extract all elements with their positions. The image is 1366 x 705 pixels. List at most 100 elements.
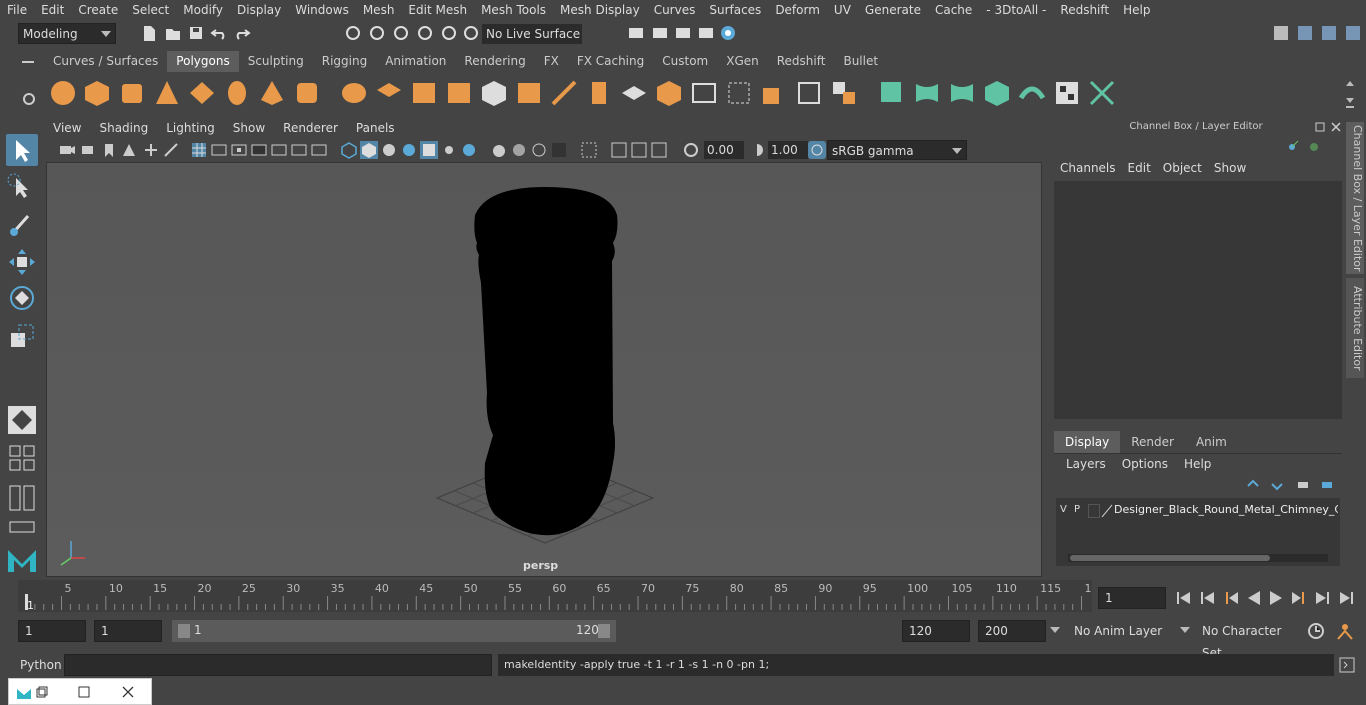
close-window-icon[interactable] [119, 683, 137, 701]
undo-icon[interactable] [210, 24, 228, 42]
safe-action-icon[interactable] [290, 141, 308, 159]
range-start-handle[interactable] [178, 624, 190, 638]
shelf-tab-polygons[interactable]: Polygons [167, 51, 239, 72]
axis-display-icon[interactable] [1284, 139, 1300, 155]
shelf-tab-custom[interactable]: Custom [653, 51, 717, 72]
select-object-icon[interactable] [368, 24, 386, 42]
poly-cylinder-icon[interactable] [117, 78, 147, 108]
wireframe-icon[interactable] [340, 141, 358, 159]
shelf-tab-curves-surfaces[interactable]: Curves / Surfaces [44, 51, 167, 72]
duplicate-icon[interactable] [829, 78, 859, 108]
select-tool[interactable] [6, 134, 38, 166]
snap-grid-icon[interactable] [416, 24, 434, 42]
hypershade-icon[interactable] [719, 24, 737, 42]
xray-active-icon[interactable] [630, 141, 648, 159]
step-back-key-icon[interactable] [1201, 592, 1214, 604]
layer-playback-toggle[interactable]: P [1074, 504, 1080, 515]
animation-preferences-icon[interactable] [1334, 621, 1356, 641]
new-layer-selected-icon[interactable] [1320, 478, 1334, 492]
viewport-menu-show[interactable]: Show [224, 121, 274, 135]
select-hierarchy-icon[interactable] [344, 24, 362, 42]
menu-mesh[interactable]: Mesh [356, 3, 402, 17]
go-to-start-icon[interactable] [1177, 592, 1190, 604]
render-frame-icon[interactable] [651, 24, 669, 42]
shelf-settings-gear-icon[interactable] [20, 90, 38, 108]
shelf-menu-icon[interactable] [18, 55, 38, 69]
move-layer-down-icon[interactable] [1270, 478, 1284, 492]
smooth-shade-icon[interactable] [360, 141, 378, 159]
tab-display[interactable]: Display [1054, 431, 1121, 453]
layer-color-icon[interactable] [1100, 504, 1114, 518]
script-language-toggle[interactable]: Python [8, 654, 62, 676]
attribute-editor-side-tab[interactable]: Attribute Editor [1346, 278, 1364, 378]
redo-icon[interactable] [233, 24, 251, 42]
time-slider[interactable]: 5 10 15 20 25 30 35 40 45 50 55 60 65 70 75 80 85 90 95 100… [18, 580, 1099, 612]
menu-modify[interactable]: Modify [176, 3, 230, 17]
channel-box-menu-object[interactable]: Object [1157, 161, 1208, 177]
render-view-icon[interactable] [627, 24, 645, 42]
grid-toggle-icon[interactable] [190, 141, 208, 159]
go-to-end-icon[interactable] [1340, 592, 1353, 604]
play-backward-icon[interactable] [1248, 591, 1260, 605]
menu-display[interactable]: Display [230, 3, 288, 17]
layout-four-icon[interactable] [6, 482, 38, 514]
layer-menu-options[interactable]: Options [1114, 457, 1176, 473]
workspace-icon[interactable] [1272, 24, 1290, 42]
menu-generate[interactable]: Generate [858, 3, 928, 17]
attribute-editor-toggle-icon[interactable] [1344, 24, 1362, 42]
exposure-field[interactable]: 0.00 [704, 141, 744, 159]
open-scene-icon[interactable] [164, 24, 182, 42]
two-d-pan-icon[interactable] [142, 141, 160, 159]
chimney-model[interactable] [474, 187, 618, 536]
animation-start-field[interactable]: 1 [18, 620, 86, 642]
maya-window-icon[interactable] [15, 683, 33, 701]
ipr-render-icon[interactable] [674, 24, 692, 42]
bevel-icon[interactable] [654, 78, 684, 108]
render-settings-icon[interactable] [697, 24, 715, 42]
film-gate-icon[interactable] [210, 141, 228, 159]
default-material-icon[interactable] [380, 141, 398, 159]
layer-scrollbar[interactable] [1068, 554, 1328, 562]
rotate-tool-icon[interactable] [6, 282, 38, 314]
ambient-occlusion-icon[interactable] [490, 141, 508, 159]
paint-select-icon[interactable] [6, 208, 38, 240]
resolution-gate-icon[interactable] [230, 141, 248, 159]
range-slider[interactable]: 1 120 [172, 620, 616, 642]
poly-cube-icon[interactable] [82, 78, 112, 108]
scrollbar-thumb[interactable] [1070, 555, 1270, 561]
combine-icon[interactable] [339, 78, 369, 108]
channel-box-menu-channels[interactable]: Channels [1054, 161, 1122, 177]
gamma-icon[interactable] [748, 141, 766, 159]
current-frame-field[interactable]: 1 [1098, 587, 1166, 609]
anim-layer-dropdown[interactable]: No Anim Layer [1066, 620, 1186, 642]
outliner-toggle-icon[interactable] [1296, 24, 1314, 42]
smooth-icon[interactable] [444, 78, 474, 108]
shelf-tab-sculpting[interactable]: Sculpting [239, 51, 313, 72]
isolate-select-icon[interactable] [580, 141, 598, 159]
shelf-scroll-icon[interactable] [1344, 78, 1356, 112]
uv-spherical-icon[interactable] [947, 78, 977, 108]
select-component-icon[interactable] [392, 24, 410, 42]
3d-viewport[interactable]: persp [46, 162, 1042, 577]
channel-box-settings-icon[interactable] [1306, 139, 1322, 155]
play-forward-icon[interactable] [1270, 591, 1282, 605]
step-forward-key-icon[interactable] [1316, 592, 1329, 604]
menu-windows[interactable]: Windows [288, 3, 356, 17]
mode-dropdown[interactable]: Modeling [18, 23, 116, 44]
viewport-menu-lighting[interactable]: Lighting [157, 121, 224, 135]
lasso-tool-icon[interactable] [6, 172, 38, 204]
bookmark-icon[interactable] [100, 141, 118, 159]
script-editor-icon[interactable] [1338, 656, 1356, 674]
move-layer-up-icon[interactable] [1246, 478, 1260, 492]
playback-start-field[interactable]: 1 [94, 620, 162, 642]
bool-diff-icon[interactable] [514, 78, 544, 108]
gate-mask-icon[interactable] [250, 141, 268, 159]
camera-select-icon[interactable] [58, 141, 76, 159]
layer-display-type[interactable] [1088, 504, 1100, 518]
character-set-dropdown[interactable]: No Character Set [1196, 620, 1298, 660]
anti-alias-icon[interactable] [530, 141, 548, 159]
layer-visibility-toggle[interactable]: V [1060, 504, 1067, 515]
bounding-box-icon[interactable] [689, 78, 719, 108]
chevron-down-icon[interactable] [1180, 627, 1190, 633]
xray-icon[interactable] [420, 141, 438, 159]
